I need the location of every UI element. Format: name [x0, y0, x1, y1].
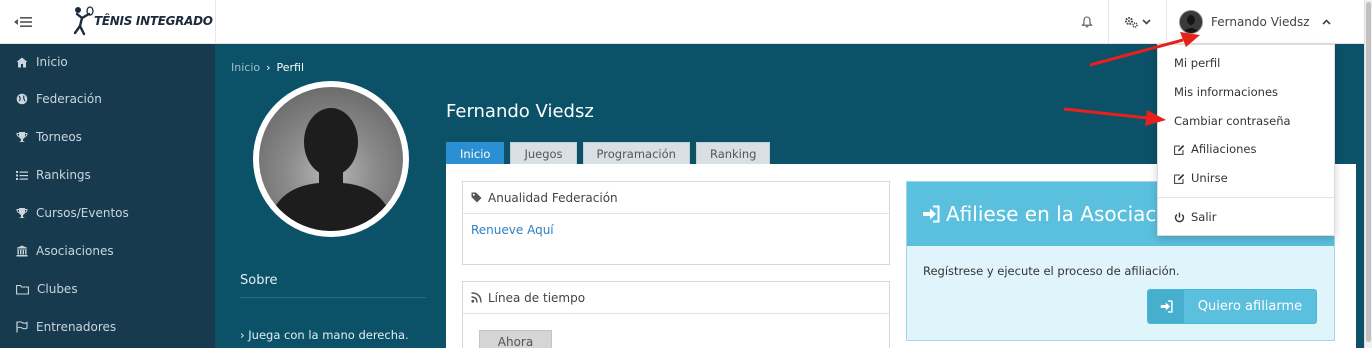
profile-silhouette [259, 87, 403, 231]
menu-item-label: Afiliaciones [1191, 142, 1257, 156]
renew-link[interactable]: Renueve Aquí [471, 223, 554, 237]
logo-text: TÊNIS INTEGRADO [94, 14, 213, 28]
page-scrollbar[interactable] [1364, 0, 1372, 348]
chevron-up-icon [1321, 19, 1331, 25]
trophy-icon [16, 132, 28, 142]
sidebar: Inicio Federación Torneos Rankings Curso… [0, 44, 215, 348]
about-item: › Juega con la mano derecha. [240, 328, 409, 342]
affiliate-button[interactable]: Quiero afiliarme [1147, 289, 1317, 324]
menu-item-afiliaciones[interactable]: Afiliaciones [1174, 142, 1256, 156]
tab-juegos[interactable]: Juegos [510, 142, 577, 164]
breadcrumb-separator-icon: › [266, 61, 271, 74]
top-navbar: TÊNIS INTEGRADO Fernando Viedsz [0, 0, 1372, 44]
sidebar-item-clubes[interactable]: Clubes [0, 270, 215, 308]
timeline-title: Línea de tiempo [488, 290, 586, 305]
sidebar-item-label: Torneos [36, 130, 82, 144]
user-silhouette-icon [1180, 11, 1202, 33]
about-divider [240, 297, 426, 298]
sidebar-item-label: Asociaciones [36, 244, 114, 258]
globe-icon [16, 93, 28, 105]
menu-toggle-icon [14, 17, 32, 27]
notifications-button[interactable] [1066, 0, 1108, 44]
menu-item-label: Unirse [1191, 171, 1228, 185]
profile-tabs: Inicio Juegos Programación Ranking [446, 142, 771, 164]
affiliate-button-label: Quiero afiliarme [1197, 299, 1303, 314]
trophy-icon [16, 208, 28, 218]
menu-item-cambiar-contrasena[interactable]: Cambiar contraseña [1174, 114, 1291, 128]
chevron-down-icon [1142, 19, 1151, 25]
folder-icon [16, 284, 29, 295]
sidebar-item-torneos[interactable]: Torneos [0, 118, 215, 156]
menu-divider [1158, 197, 1334, 198]
edit-icon [1174, 144, 1185, 155]
menu-item-mi-perfil[interactable]: Mi perfil [1174, 56, 1220, 70]
tag-icon [471, 192, 482, 203]
sign-in-icon [923, 205, 940, 223]
institution-icon [16, 245, 28, 257]
menu-item-salir[interactable]: Salir [1174, 210, 1216, 224]
tab-programacion[interactable]: Programación [582, 142, 690, 164]
sidebar-item-label: Federación [36, 92, 102, 106]
menu-item-label: Salir [1191, 210, 1217, 224]
scrollbar-thumb[interactable] [1366, 2, 1371, 342]
user-avatar [1179, 10, 1203, 34]
tab-inicio[interactable]: Inicio [446, 142, 505, 164]
user-name: Fernando Viedsz [1211, 15, 1310, 29]
sidebar-item-federacion[interactable]: Federación [0, 80, 215, 118]
edit-icon [1174, 173, 1185, 184]
now-button[interactable]: Ahora [479, 330, 552, 348]
affiliation-title: Afiliese en la Asociaci [946, 202, 1162, 226]
about-item-text: Juega con la mano derecha. [248, 328, 409, 342]
sidebar-item-rankings[interactable]: Rankings [0, 156, 215, 194]
sidebar-item-label: Cursos/Eventos [36, 206, 129, 220]
list-icon [16, 170, 28, 180]
sign-in-icon [1160, 300, 1173, 313]
chevron-right-icon: › [240, 328, 245, 342]
affiliate-button-icon-box [1148, 290, 1184, 323]
annual-fee-box: Anualidad Federación Renueve Aquí [462, 181, 890, 265]
annual-fee-body: Renueve Aquí [463, 214, 889, 246]
about-section-title: Sobre [240, 273, 278, 288]
annual-fee-header: Anualidad Federación [463, 182, 889, 214]
menu-item-unirse[interactable]: Unirse [1174, 171, 1228, 185]
timeline-header: Línea de tiempo [463, 282, 889, 314]
logo-divider [215, 0, 216, 44]
affiliation-text: Regístrese y ejecute el proceso de afili… [923, 264, 1180, 278]
user-menu-button[interactable]: Fernando Viedsz [1166, 0, 1344, 44]
power-icon [1174, 212, 1185, 222]
home-icon [16, 57, 28, 67]
timeline-box: Línea de tiempo Ahora [462, 281, 890, 348]
settings-menu-button[interactable] [1108, 0, 1166, 44]
tab-ranking[interactable]: Ranking [695, 142, 771, 164]
sidebar-item-label: Entrenadores [36, 320, 117, 334]
rss-icon [471, 292, 482, 303]
sidebar-item-label: Inicio [36, 55, 68, 69]
sidebar-toggle-button[interactable] [0, 0, 46, 44]
sidebar-item-entrenadores[interactable]: Entrenadores [0, 308, 215, 346]
user-silhouette-icon [267, 108, 395, 231]
bell-icon [1081, 16, 1093, 28]
sidebar-item-label: Clubes [37, 282, 78, 296]
profile-name: Fernando Viedsz [446, 101, 594, 122]
sidebar-item-cursos-eventos[interactable]: Cursos/Eventos [0, 194, 215, 232]
breadcrumb-current: Perfil [276, 61, 305, 74]
gears-icon [1125, 17, 1138, 28]
app-logo[interactable]: TÊNIS INTEGRADO [70, 6, 213, 36]
menu-item-mis-informaciones[interactable]: Mis informaciones [1174, 85, 1278, 99]
sidebar-item-inicio[interactable]: Inicio [0, 44, 215, 80]
user-dropdown-menu: Mi perfil Mis informaciones Cambiar cont… [1157, 44, 1335, 236]
annual-fee-title: Anualidad Federación [488, 190, 618, 205]
tennis-player-logo-icon [73, 6, 94, 36]
flag-icon [16, 321, 28, 333]
profile-picture[interactable] [253, 81, 409, 237]
sidebar-item-asociaciones[interactable]: Asociaciones [0, 232, 215, 270]
breadcrumb: Inicio › Perfil [231, 61, 304, 74]
sidebar-item-label: Rankings [36, 168, 91, 182]
breadcrumb-home-link[interactable]: Inicio [231, 61, 260, 74]
